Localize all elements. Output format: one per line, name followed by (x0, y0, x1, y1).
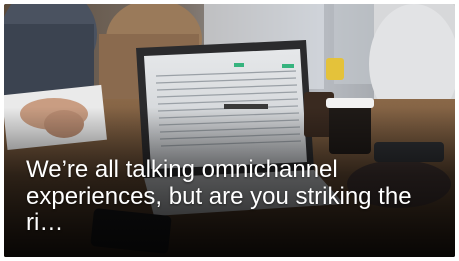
article-card[interactable]: We’re all talking omnichannel experience… (4, 4, 455, 257)
article-title[interactable]: We’re all talking omnichannel experience… (26, 156, 425, 237)
